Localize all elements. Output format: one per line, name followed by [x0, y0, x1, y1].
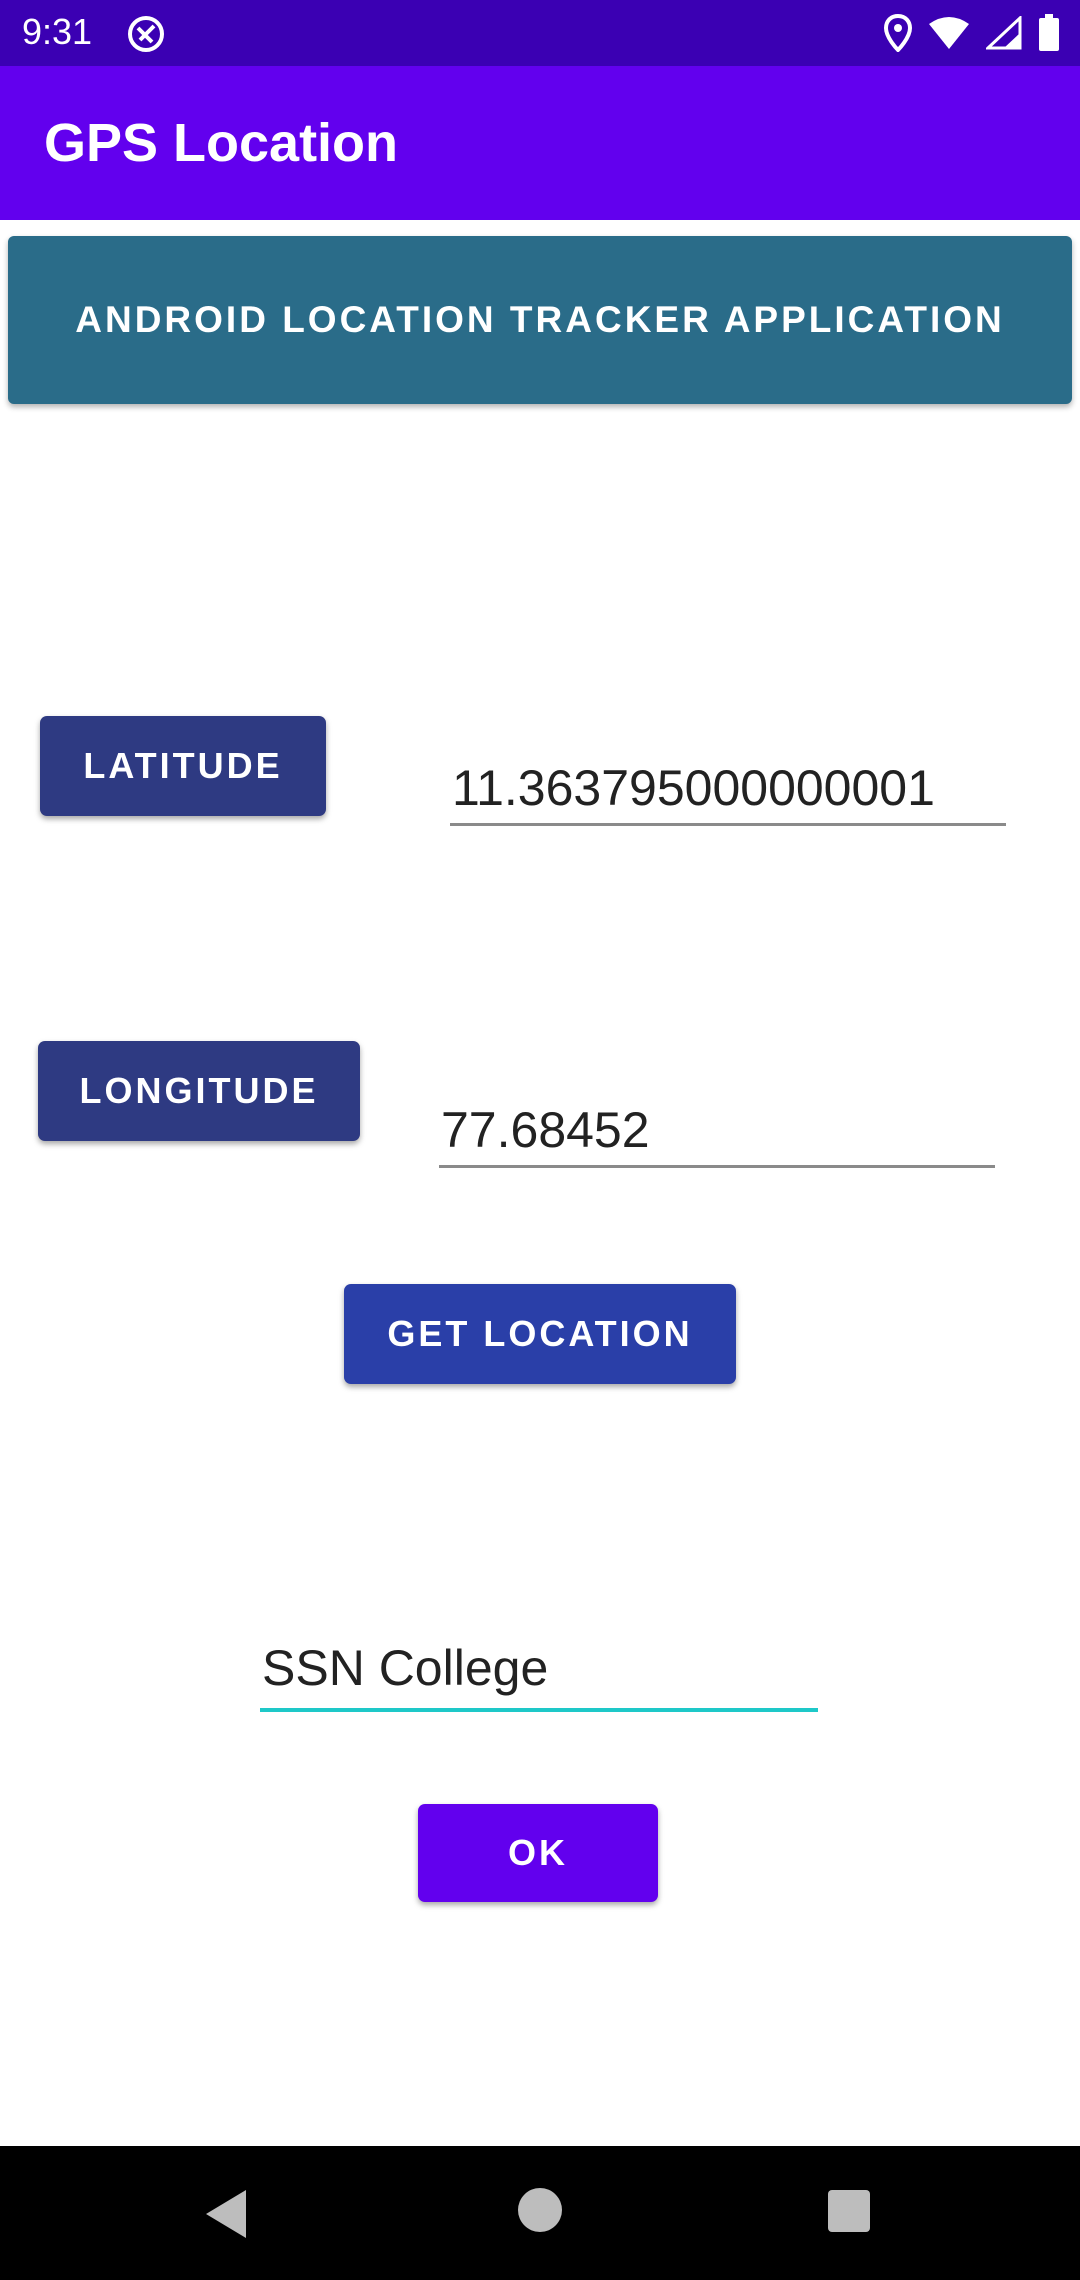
- status-time: 9:31: [22, 11, 93, 52]
- recents-icon[interactable]: [828, 2190, 870, 2232]
- longitude-button[interactable]: LONGITUDE: [38, 1041, 360, 1141]
- status-icons: [884, 12, 1060, 54]
- wifi-icon: [929, 17, 969, 49]
- signal-icon: [986, 16, 1022, 50]
- location-icon: [884, 14, 912, 52]
- get-location-button[interactable]: GET LOCATION: [344, 1284, 736, 1384]
- app-bar: GPS Location: [0, 66, 1080, 220]
- latitude-field[interactable]: 11.363795000000001: [450, 756, 1006, 826]
- ok-button[interactable]: OK: [418, 1804, 658, 1902]
- status-bar: 9:31: [0, 0, 1080, 66]
- longitude-field[interactable]: 77.68452: [439, 1098, 995, 1168]
- latitude-button[interactable]: LATITUDE: [40, 716, 326, 816]
- back-icon[interactable]: [200, 2186, 260, 2242]
- battery-icon: [1039, 14, 1059, 51]
- app-title: GPS Location: [44, 113, 399, 173]
- home-icon[interactable]: [518, 2188, 562, 2232]
- place-name-field[interactable]: SSN College: [260, 1636, 818, 1712]
- app-notification-icon: [128, 16, 164, 52]
- tracker-banner-button[interactable]: ANDROID LOCATION TRACKER APPLICATION: [8, 236, 1072, 404]
